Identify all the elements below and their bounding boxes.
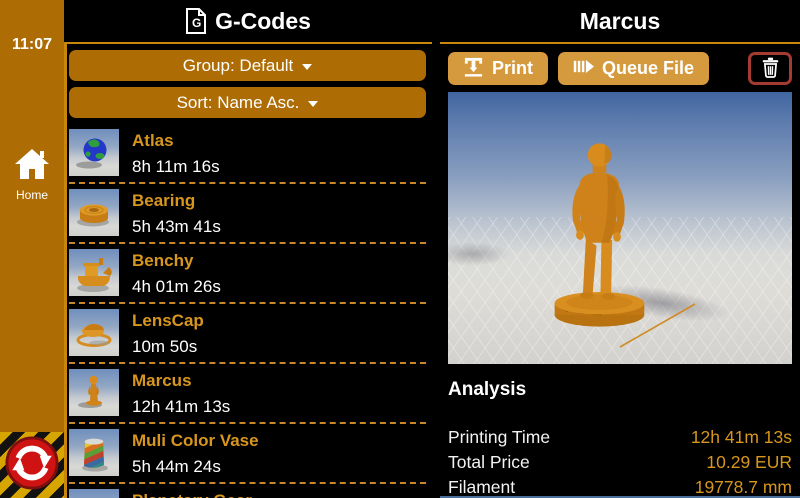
file-thumbnail xyxy=(69,309,119,356)
analysis-label: Total Price xyxy=(448,452,530,473)
file-name: LensCap xyxy=(132,310,204,331)
sort-dropdown-label: Sort: Name Asc. xyxy=(177,93,300,113)
print-button-label: Print xyxy=(492,58,533,79)
hazard-stripes xyxy=(0,432,64,498)
queue-icon xyxy=(573,56,594,82)
page-title: G-Codes xyxy=(215,8,311,35)
clock: 11:07 xyxy=(0,36,64,54)
file-duration: 4h 01m 26s xyxy=(132,276,221,297)
analysis-heading: Analysis xyxy=(448,379,792,401)
home-icon xyxy=(14,167,50,184)
details-panel: Print Queue File xyxy=(440,42,800,498)
analysis-label: Printing Time xyxy=(448,427,550,448)
model-preview xyxy=(448,92,792,364)
emergency-stop-button[interactable] xyxy=(5,436,59,495)
file-name: Bearing xyxy=(132,190,221,211)
sort-dropdown[interactable]: Sort: Name Asc. xyxy=(69,87,426,118)
statue-render xyxy=(541,130,658,329)
file-item[interactable]: Bearing 5h 43m 41s xyxy=(69,184,426,244)
file-item[interactable]: Marcus 12h 41m 13s xyxy=(69,364,426,424)
svg-text:G: G xyxy=(192,16,201,30)
file-item[interactable]: Muli Color Vase 5h 44m 24s xyxy=(69,424,426,484)
file-name: Planetary Gear xyxy=(132,490,252,498)
sidebar: 11:07 Home xyxy=(0,0,64,498)
file-duration: 5h 44m 24s xyxy=(132,456,259,477)
print-button[interactable]: Print xyxy=(448,52,548,85)
file-item[interactable]: Planetary Gear xyxy=(69,484,426,498)
file-name: Muli Color Vase xyxy=(132,430,259,451)
analysis-rows: Printing Time 12h 41m 13s Total Price 10… xyxy=(448,427,792,498)
file-thumbnail xyxy=(69,189,119,236)
file-thumbnail xyxy=(69,369,119,416)
analysis-label: Filament xyxy=(448,477,515,498)
file-duration: 10m 50s xyxy=(132,336,204,357)
file-duration: 12h 41m 13s xyxy=(132,396,230,417)
file-thumbnail xyxy=(69,129,119,176)
home-label: Home xyxy=(0,188,64,202)
chevron-down-icon xyxy=(308,101,318,107)
chevron-down-icon xyxy=(302,64,312,70)
details-title: Marcus xyxy=(580,8,661,35)
file-item[interactable]: LensCap 10m 50s xyxy=(69,304,426,364)
gcode-file-icon: G xyxy=(185,8,207,34)
analysis-value: 10.29 EUR xyxy=(706,452,792,473)
file-item[interactable]: Atlas 8h 11m 16s xyxy=(69,124,426,184)
file-name: Marcus xyxy=(132,370,230,391)
trash-icon xyxy=(761,57,780,81)
group-dropdown-label: Group: Default xyxy=(183,56,294,76)
analysis-row: Filament 19778.7 mm xyxy=(448,477,792,498)
details-panel-header: Marcus xyxy=(440,0,800,42)
print-icon xyxy=(463,56,484,82)
file-name: Atlas xyxy=(132,130,220,151)
gcodes-panel-header: G G-Codes xyxy=(64,0,432,42)
queue-button-label: Queue File xyxy=(602,58,694,79)
app-root: 11:07 Home xyxy=(0,0,800,498)
delete-button[interactable] xyxy=(748,52,792,85)
file-duration: 8h 11m 16s xyxy=(132,156,220,177)
group-dropdown[interactable]: Group: Default xyxy=(69,50,426,81)
analysis-row: Total Price 10.29 EUR xyxy=(448,452,792,477)
gcodes-panel: Group: Default Sort: Name Asc. Atlas 8h … xyxy=(64,42,432,498)
file-thumbnail xyxy=(69,429,119,476)
analysis-row: Printing Time 12h 41m 13s xyxy=(448,427,792,452)
file-item[interactable]: Benchy 4h 01m 26s xyxy=(69,244,426,304)
sidebar-item-home[interactable]: Home xyxy=(0,148,64,202)
file-thumbnail xyxy=(69,249,119,296)
file-duration: 5h 43m 41s xyxy=(132,216,221,237)
analysis-value: 12h 41m 13s xyxy=(691,427,792,448)
file-list: Atlas 8h 11m 16s Bearing 5h 43m 41s Benc… xyxy=(69,124,426,498)
file-thumbnail xyxy=(69,489,119,498)
analysis-value: 19778.7 mm xyxy=(695,477,792,498)
file-name: Benchy xyxy=(132,250,221,271)
action-row: Print Queue File xyxy=(448,52,792,85)
queue-file-button[interactable]: Queue File xyxy=(558,52,709,85)
